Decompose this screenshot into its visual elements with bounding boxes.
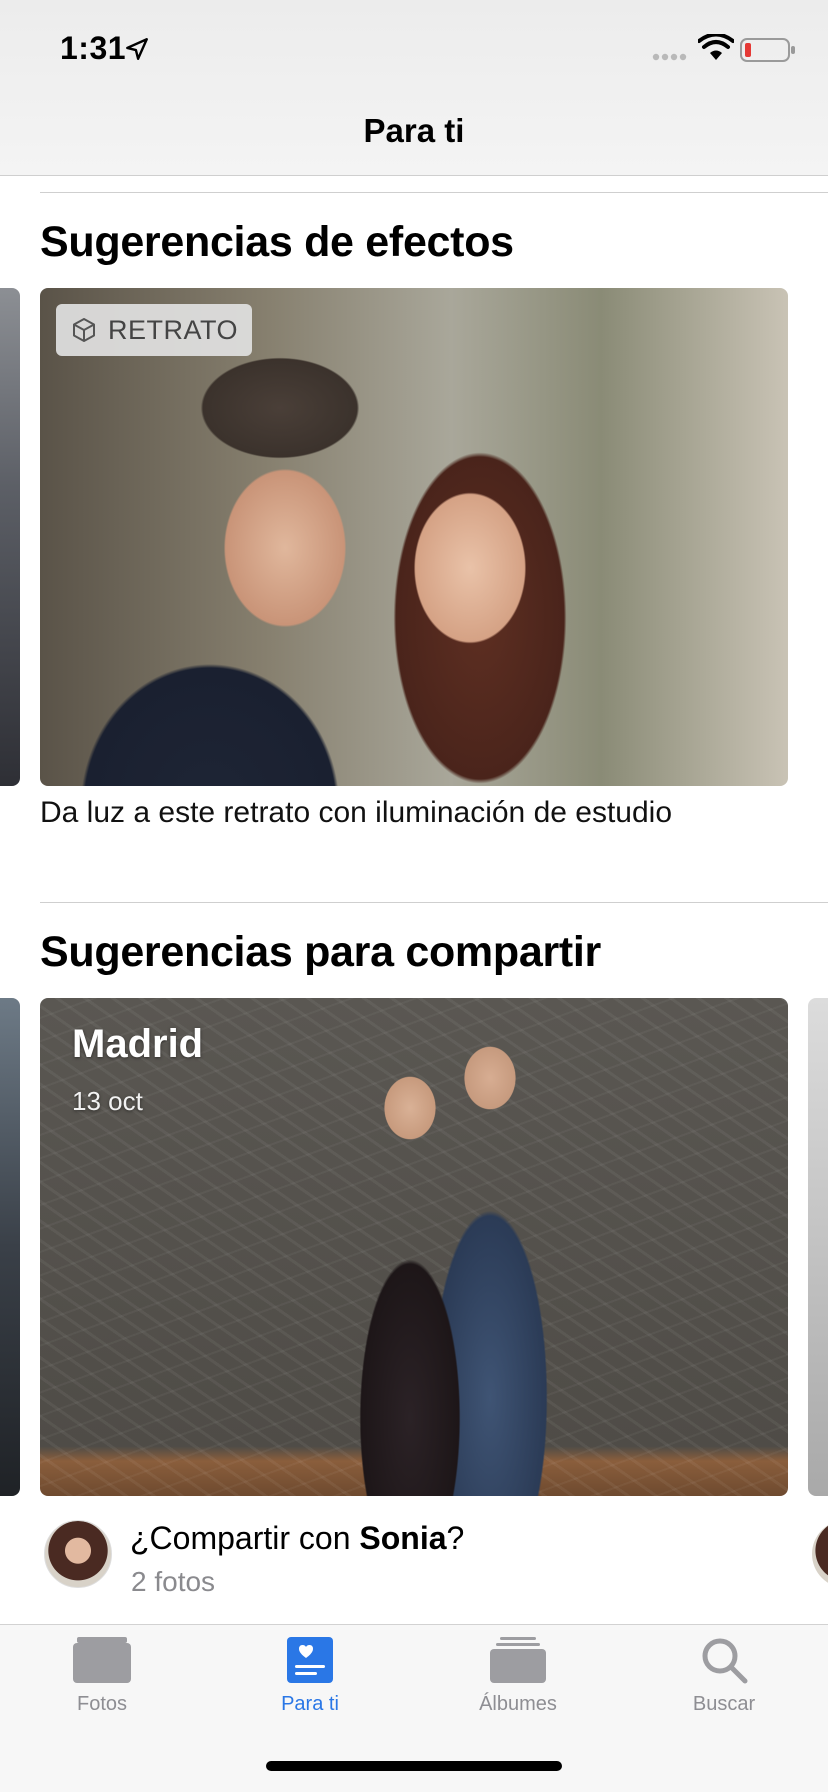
tab-label: Para ti bbox=[281, 1693, 339, 1715]
effect-caption: Da luz a este retrato con iluminación de… bbox=[40, 796, 673, 829]
top-bar: 1:31 Para ti bbox=[0, 0, 828, 176]
share-contact-row[interactable]: ¿Compartir con Sonia? 2 fotos bbox=[40, 1520, 828, 1600]
search-icon bbox=[702, 1638, 748, 1684]
photo-count: 2 fotos bbox=[131, 1566, 216, 1597]
status-time: 1:31 bbox=[60, 30, 127, 66]
portrait-badge-label: RETRATO bbox=[108, 314, 239, 345]
share-section-title: Sugerencias para compartir bbox=[40, 928, 601, 976]
tab-fotos[interactable]: Fotos bbox=[12, 1635, 192, 1735]
avatar bbox=[44, 1520, 112, 1588]
home-indicator[interactable] bbox=[266, 1761, 562, 1771]
location-arrow-icon bbox=[126, 38, 148, 60]
tab-label: Álbumes bbox=[479, 1693, 557, 1715]
previous-effect-card[interactable] bbox=[0, 288, 20, 786]
page-title: Para ti bbox=[363, 112, 465, 149]
section-divider bbox=[40, 192, 828, 193]
next-share-card[interactable] bbox=[808, 998, 828, 1496]
effects-section-title: Sugerencias de efectos bbox=[40, 218, 514, 266]
share-suggestion-card[interactable]: Madrid 13 oct bbox=[40, 998, 788, 1496]
next-contact-avatar bbox=[812, 1520, 828, 1588]
battery-icon bbox=[740, 38, 795, 62]
tab-para-ti[interactable]: Para ti bbox=[220, 1635, 400, 1735]
photo-place: Madrid bbox=[72, 1022, 204, 1066]
cellular-signal-icon bbox=[652, 53, 687, 61]
tab-label: Buscar bbox=[692, 1693, 756, 1715]
photos-icon bbox=[73, 1637, 131, 1683]
contact-name: Sonia bbox=[359, 1520, 447, 1556]
tab-albumes[interactable]: Álbumes bbox=[428, 1635, 608, 1735]
share-question: ¿Compartir con Sonia? bbox=[130, 1520, 465, 1556]
albums-icon bbox=[490, 1637, 546, 1683]
photo-date: 13 oct bbox=[72, 1086, 143, 1116]
tab-buscar[interactable]: Buscar bbox=[634, 1635, 814, 1735]
portrait-badge: RETRATO bbox=[56, 304, 253, 356]
for-you-icon bbox=[287, 1637, 333, 1683]
previous-share-card[interactable] bbox=[0, 998, 20, 1496]
tab-label: Fotos bbox=[76, 1693, 128, 1715]
portrait-effect-card[interactable]: RETRATO bbox=[40, 288, 788, 786]
section-divider bbox=[40, 902, 828, 903]
wifi-icon bbox=[698, 34, 734, 60]
for-you-feed[interactable]: Sugerencias de efectos RETRATO Da luz a … bbox=[0, 176, 828, 1624]
cube-icon bbox=[73, 318, 95, 342]
